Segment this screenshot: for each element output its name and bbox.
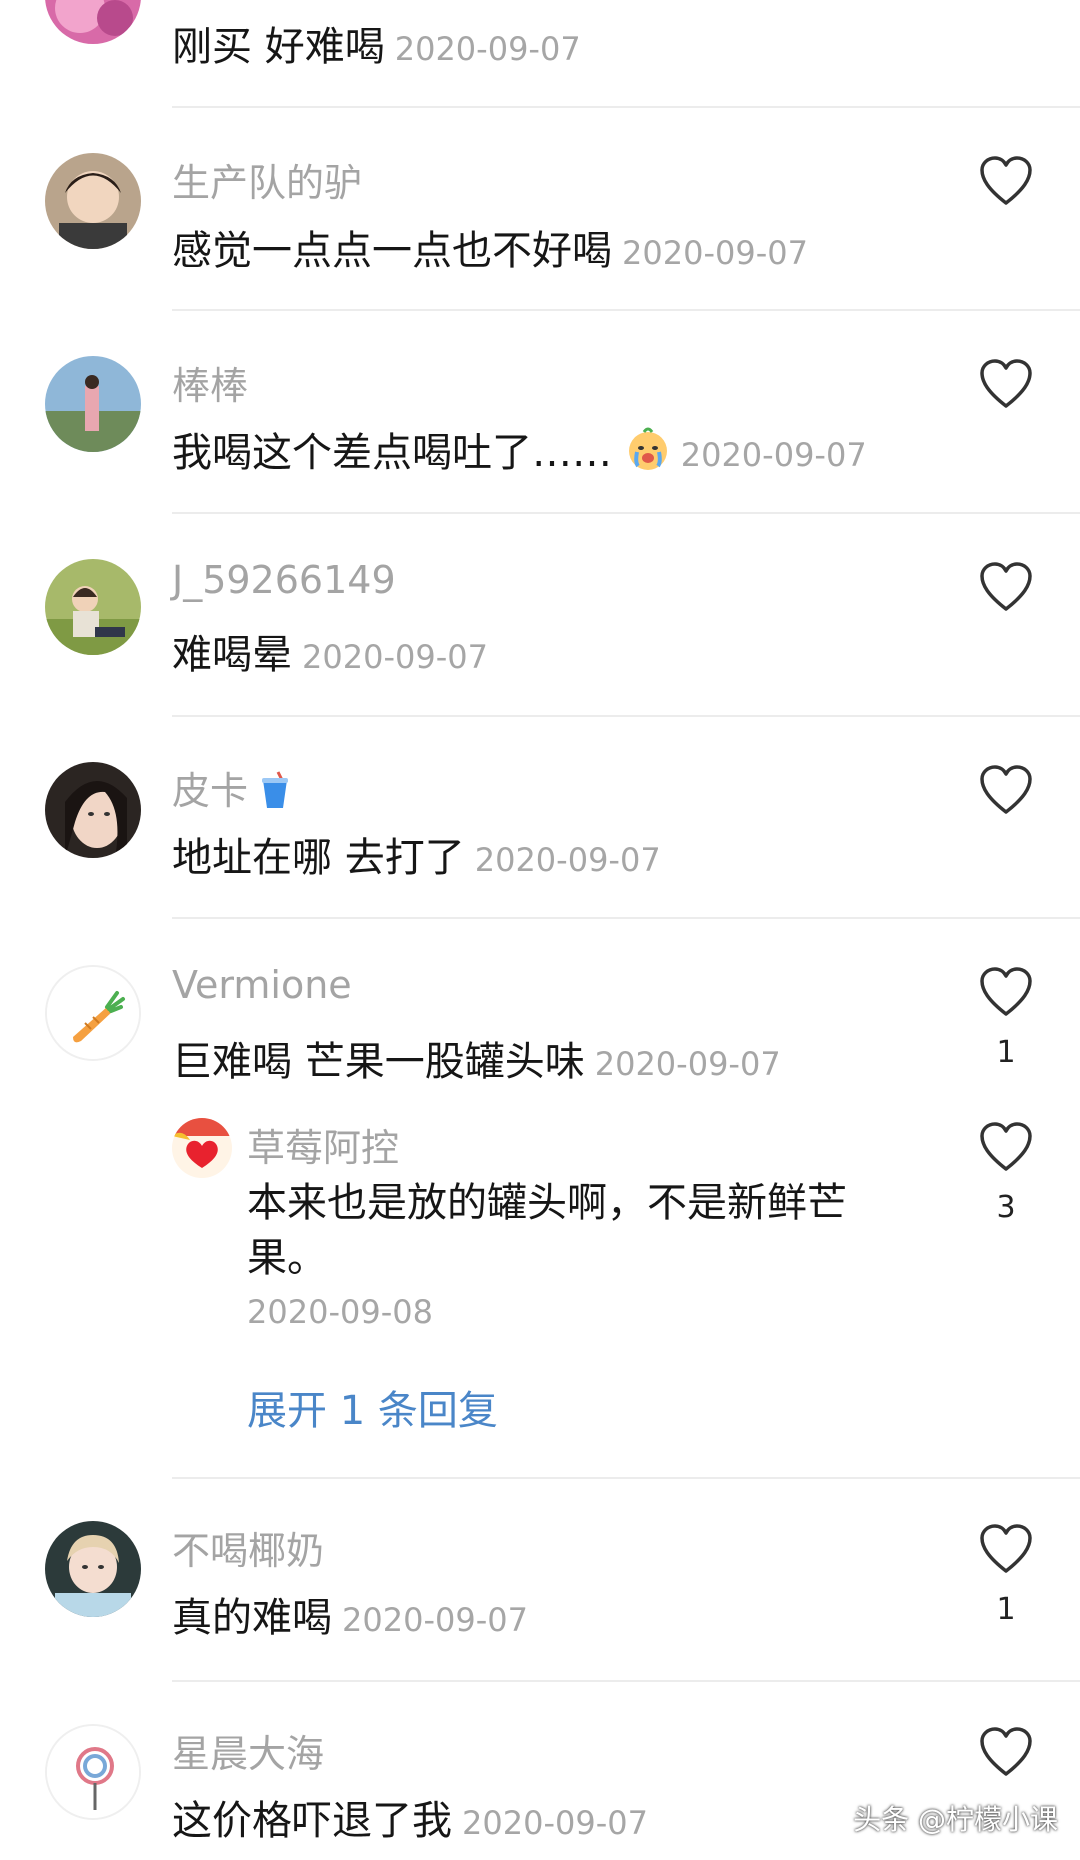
comment-text: 感觉一点点一点也不好喝 2020-09-07 — [172, 228, 808, 274]
watermark: 头条 @柠檬小课 — [853, 1803, 1058, 1836]
comment-username[interactable]: 皮卡 — [172, 760, 290, 819]
like-count: 1 — [996, 1035, 1016, 1070]
comment-text: 真的难喝 2020-09-07 — [172, 1595, 528, 1641]
like-button[interactable] — [978, 1523, 1034, 1575]
comment-username[interactable]: 星晨大海 — [172, 1723, 324, 1778]
avatar[interactable] — [45, 762, 141, 858]
comment-username[interactable]: 棒棒 — [172, 355, 248, 410]
reply-like-count: 3 — [996, 1190, 1016, 1225]
divider — [172, 715, 1080, 717]
comment-text: 这价格吓退了我 2020-09-07 — [172, 1798, 648, 1844]
comment-username[interactable]: 生产队的驴 — [172, 152, 362, 207]
reply-like-button[interactable] — [978, 1121, 1034, 1173]
heart-outline-icon — [980, 1524, 1032, 1573]
divider — [172, 1477, 1080, 1479]
like-count: 1 — [996, 1592, 1016, 1627]
divider — [172, 917, 1080, 919]
avatar[interactable] — [45, 965, 141, 1061]
like-button[interactable] — [978, 155, 1034, 207]
like-button[interactable] — [978, 764, 1034, 816]
divider — [172, 106, 1080, 108]
comment-date: 2020-09-07 — [594, 1045, 781, 1083]
comment-text: 巨难喝 芒果一股罐头味 2020-09-07 — [172, 1039, 781, 1085]
comment-username[interactable]: J_59266149 — [172, 558, 396, 602]
reply-username[interactable]: 草莓阿控 — [247, 1117, 399, 1172]
comment-username[interactable]: 不喝椰奶 — [172, 1520, 324, 1575]
like-button[interactable] — [978, 561, 1034, 613]
comment-date: 2020-09-07 — [302, 638, 488, 676]
comment-date: 2020-09-07 — [394, 30, 581, 68]
reply-avatar[interactable] — [172, 1118, 232, 1178]
comment-date: 2020-09-07 — [680, 436, 867, 474]
heart-outline-icon — [980, 562, 1032, 611]
heart-outline-icon — [980, 967, 1032, 1016]
comment-text: 我喝这个差点喝吐了…… 2020-09-07 — [172, 420, 867, 482]
like-button[interactable] — [978, 1726, 1034, 1778]
avatar[interactable] — [45, 559, 141, 655]
heart-outline-icon — [980, 359, 1032, 408]
divider — [172, 512, 1080, 514]
like-button[interactable] — [978, 966, 1034, 1018]
heart-outline-icon — [980, 1122, 1032, 1171]
divider — [172, 309, 1080, 311]
heart-outline-icon — [980, 156, 1032, 205]
divider — [172, 1680, 1080, 1682]
crying-face-icon — [625, 426, 671, 482]
comment-date: 2020-09-07 — [462, 1804, 648, 1842]
comment-text: 难喝晕 2020-09-07 — [172, 632, 488, 678]
avatar[interactable] — [45, 356, 141, 452]
comment-text: 地址在哪 去打了 2020-09-07 — [172, 835, 661, 881]
heart-outline-icon — [980, 765, 1032, 814]
avatar[interactable] — [45, 1521, 141, 1617]
like-button[interactable] — [978, 358, 1034, 410]
avatar[interactable] — [45, 153, 141, 249]
heart-outline-icon — [980, 1727, 1032, 1776]
avatar[interactable] — [45, 0, 141, 44]
reply-text: 本来也是放的罐头啊，不是新鲜芒果。 — [247, 1180, 847, 1281]
comment-date: 2020-09-07 — [342, 1601, 528, 1639]
comment-text: 刚买 好难喝 2020-09-07 — [172, 24, 581, 70]
comment-date: 2020-09-07 — [622, 234, 808, 272]
cup-with-straw-icon — [260, 770, 290, 819]
expand-replies-link[interactable]: 展开 1 条回复 — [247, 1378, 498, 1436]
comment-date: 2020-09-07 — [474, 841, 661, 879]
avatar[interactable] — [45, 1724, 141, 1820]
comment-username[interactable]: Vermione — [172, 963, 352, 1007]
reply-date: 2020-09-08 — [247, 1293, 433, 1331]
